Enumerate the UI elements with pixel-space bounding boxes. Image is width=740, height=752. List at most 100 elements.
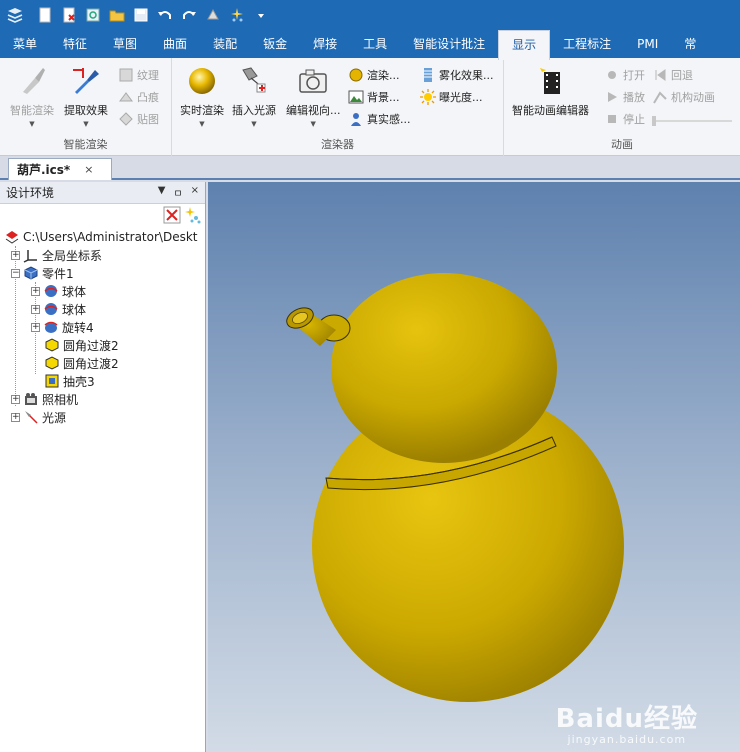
tab-assembly[interactable]: 装配 bbox=[200, 30, 250, 58]
tree-feature-fillet[interactable]: 圆角过渡2 bbox=[0, 336, 205, 354]
expand-icon[interactable]: + bbox=[31, 286, 40, 296]
sparkle-light-icon[interactable] bbox=[183, 206, 201, 224]
tab-sketch[interactable]: 草图 bbox=[100, 30, 150, 58]
delete-x-icon[interactable] bbox=[163, 206, 181, 224]
panel-title: 设计环境 bbox=[6, 186, 55, 200]
rewind-button[interactable]: 回退 bbox=[652, 66, 693, 84]
tree-feature-revolve[interactable]: + 旋转4 bbox=[0, 318, 205, 336]
open-animation-button[interactable]: 打开 bbox=[604, 66, 645, 84]
group-animation: 智能动画编辑器 打开 回退 播放 机构动画 停止 动画 bbox=[504, 58, 740, 156]
tab-engineering-annotation[interactable]: 工程标注 bbox=[550, 30, 624, 58]
app-logo-icon[interactable] bbox=[4, 4, 26, 26]
gourd-model bbox=[286, 273, 624, 702]
decal-icon bbox=[119, 112, 133, 126]
expand-icon[interactable]: + bbox=[11, 394, 20, 404]
tree-global-coordinate[interactable]: + 全局坐标系 bbox=[0, 246, 205, 264]
stop-icon bbox=[608, 115, 616, 123]
shell-cube-icon bbox=[45, 374, 59, 388]
tab-common[interactable]: 常 bbox=[671, 30, 709, 58]
save-icon[interactable] bbox=[130, 4, 152, 26]
camera-node-icon bbox=[25, 393, 37, 405]
group-smart-render: 智能渲染 ▼ 提取效果 ▼ 纹理 凸痕 贴图 智能渲染 bbox=[0, 58, 172, 156]
tree-camera[interactable]: + 照相机 bbox=[0, 390, 205, 408]
tab-surface[interactable]: 曲面 bbox=[150, 30, 200, 58]
panel-toolbar bbox=[0, 204, 205, 226]
stop-button[interactable]: 停止 bbox=[604, 110, 645, 128]
expand-icon[interactable]: + bbox=[11, 250, 20, 260]
mechanism-animation-button[interactable]: 机构动画 bbox=[652, 88, 715, 106]
edit-view-button[interactable]: 编辑视向... ▼ bbox=[286, 64, 341, 128]
texture-button[interactable]: 纹理 bbox=[118, 66, 159, 84]
ribbon-panel: 智能渲染 ▼ 提取效果 ▼ 纹理 凸痕 贴图 智能渲染 实时渲染 ▼ 插入光源 … bbox=[0, 58, 740, 156]
tab-tools[interactable]: 工具 bbox=[350, 30, 400, 58]
tab-welding[interactable]: 焊接 bbox=[300, 30, 350, 58]
tree-root[interactable]: C:\Users\Administrator\Deskt bbox=[0, 228, 205, 246]
person-icon bbox=[351, 113, 361, 126]
realism-button[interactable]: 真实感... bbox=[348, 110, 411, 128]
tab-sheet-metal[interactable]: 钣金 bbox=[250, 30, 300, 58]
background-button[interactable]: 背景... bbox=[348, 88, 400, 106]
document-tab[interactable]: 葫芦.ics* × bbox=[8, 158, 112, 180]
panel-dropdown-icon[interactable]: ▼ bbox=[158, 185, 166, 200]
design-environment-panel: 设计环境 ▼ ㅁ × C:\Users\Administrator\Deskt … bbox=[0, 182, 206, 752]
tab-display[interactable]: 显示 bbox=[498, 30, 551, 60]
tree-light[interactable]: + 光源 bbox=[0, 408, 205, 426]
redo-icon[interactable] bbox=[178, 4, 200, 26]
customize-toolbar-icon[interactable] bbox=[250, 4, 272, 26]
tab-feature[interactable]: 特征 bbox=[50, 30, 100, 58]
exposure-button[interactable]: 曝光度... bbox=[420, 88, 483, 106]
fillet-cube-icon bbox=[45, 356, 59, 370]
tree-feature-fillet[interactable]: 圆角过渡2 bbox=[0, 354, 205, 372]
mechanism-icon bbox=[653, 91, 667, 104]
panel-header: 设计环境 ▼ ㅁ × bbox=[0, 182, 205, 204]
3d-viewport[interactable]: Baidu经验 jingyan.baidu.com bbox=[208, 182, 740, 752]
animation-slider[interactable] bbox=[652, 116, 732, 126]
tab-menu[interactable]: 菜单 bbox=[0, 30, 50, 58]
document-tab-strip: 葫芦.ics* × bbox=[0, 156, 740, 180]
fog-icon bbox=[424, 68, 432, 82]
expand-icon[interactable]: + bbox=[31, 304, 40, 314]
light-sparkle-icon[interactable] bbox=[226, 4, 248, 26]
tree-feature-sphere[interactable]: + 球体 bbox=[0, 282, 205, 300]
tab-smart-annotation[interactable]: 智能设计批注 bbox=[400, 30, 498, 58]
pin-icon[interactable]: ㅁ bbox=[173, 185, 182, 200]
tab-pmi[interactable]: PMI bbox=[624, 30, 671, 58]
coordinate-axes-icon bbox=[23, 250, 37, 263]
expand-icon[interactable]: + bbox=[31, 322, 40, 332]
sun-icon bbox=[420, 89, 436, 105]
play-button[interactable]: 播放 bbox=[604, 88, 645, 106]
smart-render-button[interactable]: 智能渲染 ▼ bbox=[10, 64, 54, 128]
shape-icon[interactable] bbox=[202, 4, 224, 26]
open-folder-icon[interactable] bbox=[106, 4, 128, 26]
group-label-smart-render: 智能渲染 bbox=[63, 138, 108, 151]
tree-part[interactable]: − 零件1 bbox=[0, 264, 205, 282]
new-file-icon[interactable] bbox=[34, 4, 56, 26]
smart-animation-editor-button[interactable]: 智能动画编辑器 bbox=[512, 64, 589, 118]
refresh-file-icon[interactable] bbox=[82, 4, 104, 26]
close-file-icon[interactable] bbox=[58, 4, 80, 26]
extract-effect-button[interactable]: 提取效果 ▼ bbox=[64, 64, 108, 128]
expand-icon[interactable]: + bbox=[11, 412, 20, 422]
decal-button[interactable]: 贴图 bbox=[118, 110, 159, 128]
panel-close-icon[interactable]: × bbox=[191, 185, 199, 200]
render-sphere-icon bbox=[349, 68, 363, 82]
brush-icon bbox=[23, 68, 45, 94]
group-label-animation: 动画 bbox=[611, 138, 633, 151]
ribbon-tab-bar: 菜单 特征 草图 曲面 装配 钣金 焊接 工具 智能设计批注 显示 工程标注 P… bbox=[0, 30, 740, 60]
tree-feature-shell[interactable]: 抽壳3 bbox=[0, 372, 205, 390]
watermark: Baidu经验 jingyan.baidu.com bbox=[556, 698, 698, 746]
fog-effect-button[interactable]: 雾化效果... bbox=[420, 66, 494, 84]
close-document-icon[interactable]: × bbox=[84, 163, 93, 176]
realtime-render-button[interactable]: 实时渲染 ▼ bbox=[180, 64, 224, 128]
sphere-icon bbox=[189, 68, 215, 94]
camera-icon bbox=[299, 69, 327, 93]
tree-feature-sphere[interactable]: + 球体 bbox=[0, 300, 205, 318]
revolve-feature-icon bbox=[44, 321, 58, 333]
render-button[interactable]: 渲染... bbox=[348, 66, 400, 84]
insert-light-button[interactable]: 插入光源 ▼ bbox=[232, 64, 276, 128]
eyedropper-icon bbox=[73, 68, 99, 94]
undo-icon[interactable] bbox=[154, 4, 176, 26]
texture-icon bbox=[119, 68, 133, 82]
collapse-icon[interactable]: − bbox=[11, 268, 20, 278]
bump-button[interactable]: 凸痕 bbox=[118, 88, 159, 106]
